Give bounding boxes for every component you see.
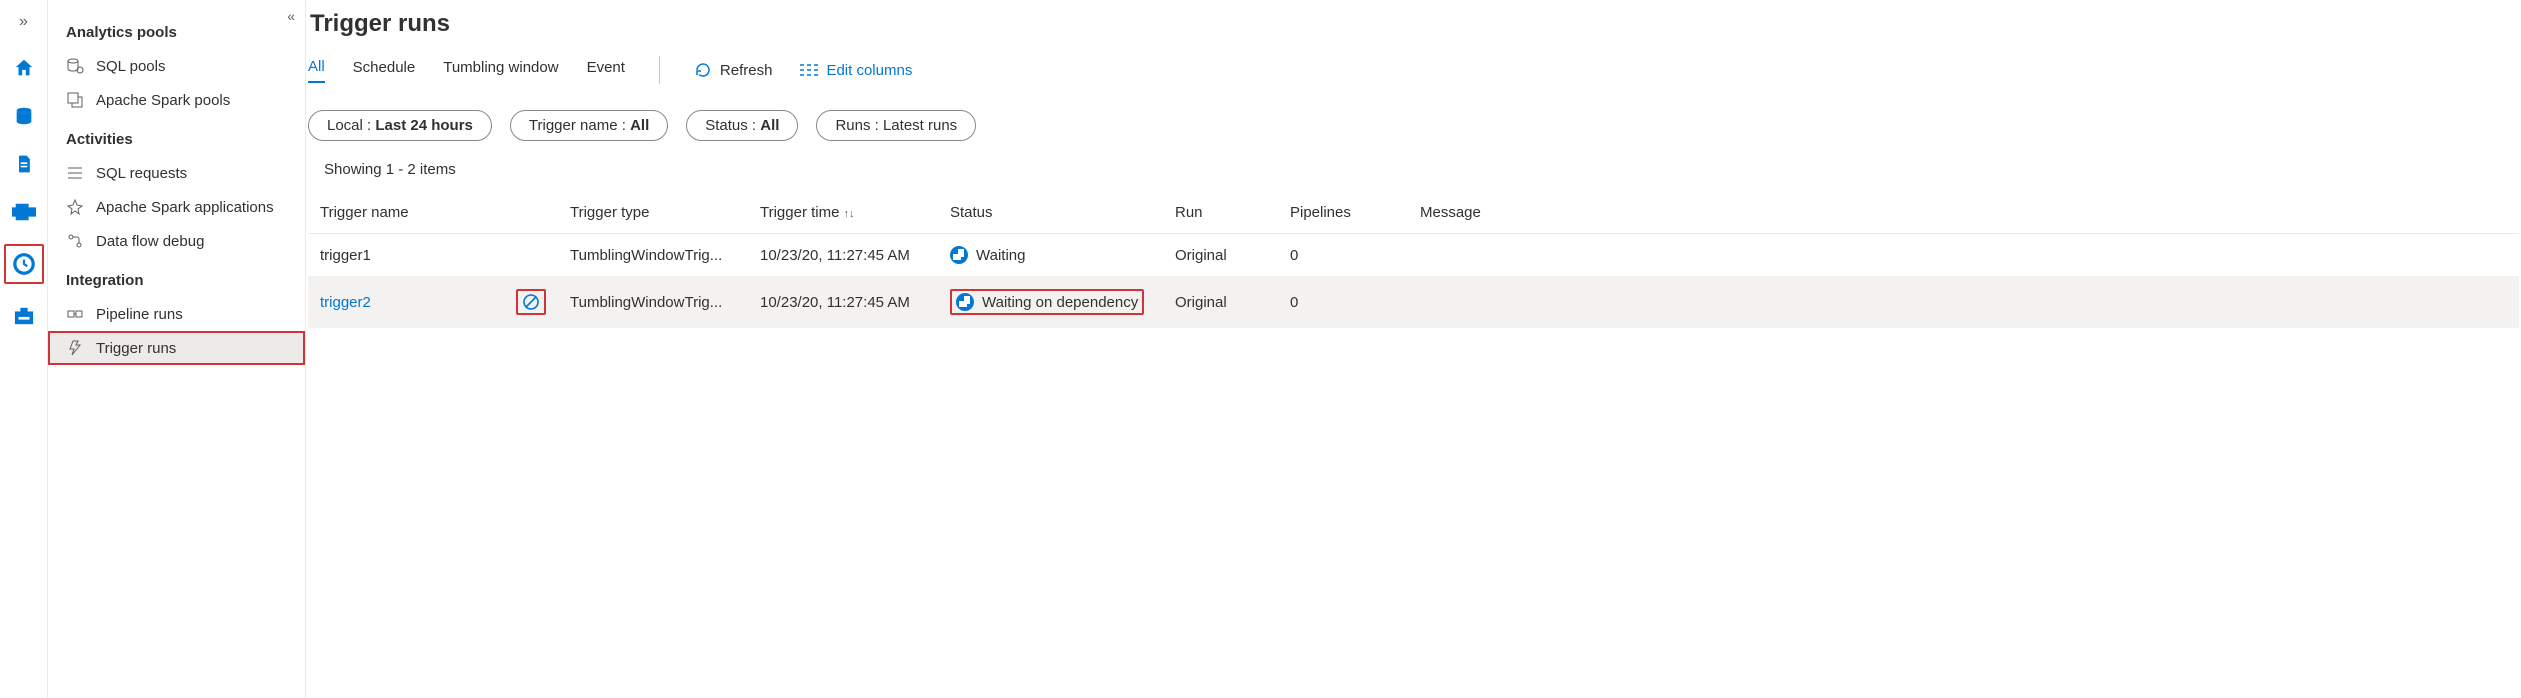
sidebar-item-sql-requests[interactable]: SQL requests [48,156,305,190]
trigger-runs-table: Trigger name Trigger type Trigger time↑↓… [308,192,2519,328]
cell-message [1408,234,2519,277]
result-count: Showing 1 - 2 items [324,161,2521,178]
sidebar-label: Data flow debug [96,233,204,250]
cell-trigger-name: trigger2 [308,277,558,328]
page-title: Trigger runs [310,6,2521,56]
icon-rail: » [0,0,48,698]
refresh-label: Refresh [720,62,773,79]
filter-status[interactable]: Status : All [686,110,798,141]
sidebar: « Analytics pools SQL pools Apache Spark… [48,0,306,698]
tab-all[interactable]: All [308,58,325,83]
tab-tumbling-window[interactable]: Tumbling window [443,59,558,82]
sidebar-label: Trigger runs [96,340,176,357]
main-content: Trigger runs All Schedule Tumbling windo… [306,0,2521,698]
sidebar-label: Pipeline runs [96,306,183,323]
col-run[interactable]: Run [1163,192,1278,234]
refresh-button[interactable]: Refresh [694,61,773,79]
rail-data-icon[interactable] [8,100,40,132]
cell-run: Original [1163,277,1278,328]
rail-monitor-icon[interactable] [4,244,44,284]
col-message[interactable]: Message [1408,192,2519,234]
filter-trigger-name[interactable]: Trigger name : All [510,110,668,141]
filter-runs[interactable]: Runs : Latest runs [816,110,976,141]
refresh-icon [694,61,712,79]
tab-bar: All Schedule Tumbling window Event Refre… [308,56,2521,88]
col-trigger-time[interactable]: Trigger time↑↓ [748,192,938,234]
sidebar-label: SQL requests [96,165,187,182]
cell-status: Waiting on dependency [938,277,1163,328]
rail-home-icon[interactable] [8,52,40,84]
waiting-icon [956,293,974,311]
sidebar-item-pipeline-runs[interactable]: Pipeline runs [48,297,305,331]
cell-pipelines: 0 [1278,234,1408,277]
edit-columns-label: Edit columns [826,62,912,79]
sidebar-label: SQL pools [96,58,166,75]
trigger-link[interactable]: trigger2 [320,294,371,311]
cell-message [1408,277,2519,328]
rail-integrate-icon[interactable] [8,196,40,228]
sidebar-label: Apache Spark applications [96,199,274,216]
tab-schedule[interactable]: Schedule [353,59,416,82]
filter-bar: Local : Last 24 hours Trigger name : All… [308,110,2521,141]
cell-trigger-time: 10/23/20, 11:27:45 AM [748,277,938,328]
dataflow-icon [66,232,84,250]
col-status[interactable]: Status [938,192,1163,234]
trigger-runs-icon [66,339,84,357]
sidebar-item-spark-apps[interactable]: Apache Spark applications [48,190,305,224]
col-trigger-type[interactable]: Trigger type [558,192,748,234]
pipeline-runs-icon [66,305,84,323]
table-row[interactable]: trigger2 TumblingWindowTrig... 10/23/20,… [308,277,2519,328]
sql-requests-icon [66,164,84,182]
spark-pools-icon [66,91,84,109]
tab-event[interactable]: Event [587,59,625,82]
col-pipelines[interactable]: Pipelines [1278,192,1408,234]
cell-trigger-type: TumblingWindowTrig... [558,277,748,328]
cell-status: Waiting [938,234,1163,277]
sidebar-item-dataflow-debug[interactable]: Data flow debug [48,224,305,258]
edit-columns-button[interactable]: Edit columns [800,62,912,79]
cell-trigger-time: 10/23/20, 11:27:45 AM [748,234,938,277]
cancel-icon [522,293,540,311]
sidebar-item-trigger-runs[interactable]: Trigger runs [48,331,305,365]
cell-run: Original [1163,234,1278,277]
tab-divider [659,56,660,84]
cell-trigger-name: trigger1 [308,234,558,277]
cell-trigger-type: TumblingWindowTrig... [558,234,748,277]
sql-pools-icon [66,57,84,75]
table-row[interactable]: trigger1 TumblingWindowTrig... 10/23/20,… [308,234,2519,277]
collapse-sidebar-icon[interactable]: « [287,8,295,24]
waiting-icon [950,246,968,264]
cancel-run-button[interactable] [516,289,546,315]
sidebar-item-spark-pools[interactable]: Apache Spark pools [48,83,305,117]
rail-manage-icon[interactable] [8,300,40,332]
sidebar-item-sql-pools[interactable]: SQL pools [48,49,305,83]
filter-time[interactable]: Local : Last 24 hours [308,110,492,141]
rail-develop-icon[interactable] [8,148,40,180]
expand-rail-icon[interactable]: » [8,10,40,34]
sidebar-section-activities: Activities [48,117,305,156]
sidebar-section-analytics-pools: Analytics pools [48,10,305,49]
spark-apps-icon [66,198,84,216]
columns-icon [800,63,818,77]
sidebar-section-integration: Integration [48,258,305,297]
cell-pipelines: 0 [1278,277,1408,328]
col-trigger-name[interactable]: Trigger name [308,192,558,234]
sort-icon: ↑↓ [843,208,854,220]
sidebar-label: Apache Spark pools [96,92,230,109]
